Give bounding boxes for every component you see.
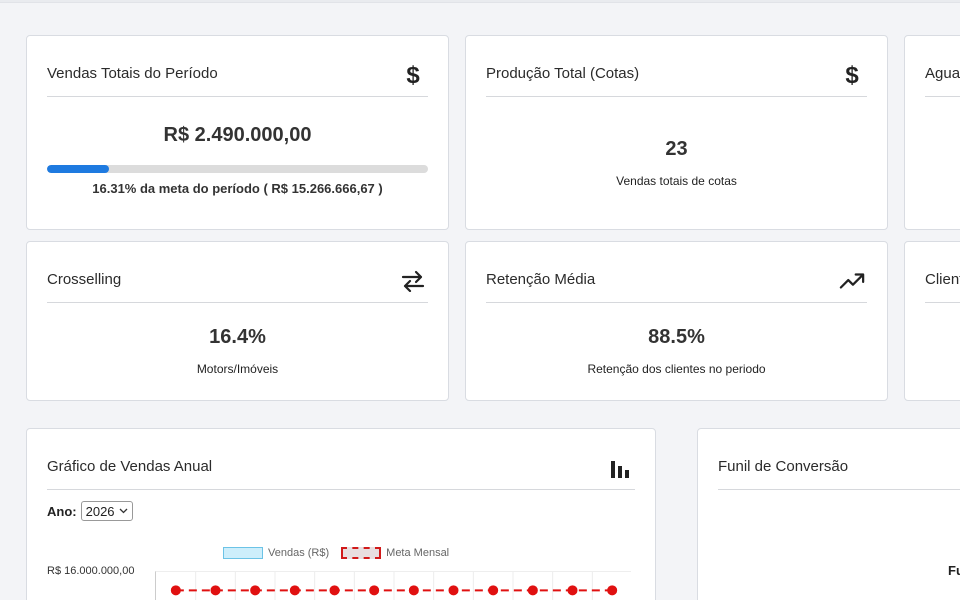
sales-total-value: R$ 2.490.000,00 [163, 124, 312, 146]
goal-point[interactable] [527, 585, 538, 596]
card-divider [486, 96, 867, 97]
card-title: Agua [925, 65, 960, 82]
bar-chart-icon [607, 455, 633, 481]
goal-point[interactable] [210, 585, 221, 596]
card-divider [47, 489, 635, 490]
year-select-value: 2026 [85, 503, 115, 519]
card-title: Retenção Média [486, 271, 596, 288]
card-title: Crosselling [47, 271, 122, 288]
dollar-icon: $ [839, 62, 865, 88]
sales-total-card: Vendas Totais do Período $ R$ 2.490.000,… [26, 35, 449, 230]
card-divider [925, 96, 960, 97]
chart-legend: Vendas (R$) Meta Mensal [223, 547, 449, 559]
goal-point[interactable] [170, 585, 181, 596]
retention-subtitle: Retenção dos clientes no periodo [587, 362, 766, 376]
svg-text:$: $ [406, 62, 420, 88]
retention-card: Retenção Média 88.5% Retenção dos client… [465, 241, 888, 401]
goal-point[interactable] [329, 585, 340, 596]
progress-fill [47, 165, 110, 173]
card-title: Vendas Totais do Período [47, 65, 218, 82]
window-top-border [0, 0, 960, 3]
funnel-label: Fu [948, 563, 960, 578]
card-divider [47, 96, 428, 97]
card-title: Produção Total (Cotas) [486, 65, 640, 82]
chart-plot-area [155, 571, 631, 600]
crosselling-value: 16.4% [209, 326, 266, 348]
card-title: Client [925, 271, 960, 288]
card-divider [925, 302, 960, 303]
legend-swatch-goal[interactable] [341, 547, 382, 559]
card-divider [486, 302, 867, 303]
goal-point[interactable] [289, 585, 300, 596]
legend-label-sales[interactable]: Vendas (R$) [268, 547, 329, 559]
year-filter: Ano: 2026 [47, 501, 133, 521]
goal-point[interactable] [488, 585, 499, 596]
goal-point[interactable] [607, 585, 618, 596]
production-total-card: Produção Total (Cotas) $ 23 Vendas totai… [465, 35, 888, 230]
goal-point[interactable] [408, 585, 419, 596]
awaiting-card: Agua [904, 35, 960, 230]
legend-swatch-sales[interactable] [223, 547, 263, 559]
production-total-subtitle: Vendas totais de cotas [616, 174, 737, 188]
y-tick-label: R$ 16.000.000,00 [47, 565, 135, 577]
sales-chart-svg [170, 572, 618, 600]
chevron-down-icon [119, 508, 127, 514]
dollar-icon: $ [400, 62, 426, 88]
clients-card: Client [904, 241, 960, 401]
legend-label-goal[interactable]: Meta Mensal [386, 547, 449, 559]
trending-up-icon [839, 268, 865, 294]
swap-arrows-icon [400, 268, 426, 294]
crosselling-card: Crosselling 16.4% Motors/Imóveis [26, 241, 449, 401]
card-title: Funil de Conversão [718, 458, 849, 475]
year-select[interactable]: 2026 [80, 501, 133, 521]
sales-goal-progress-bar [47, 165, 428, 173]
svg-text:$: $ [845, 62, 859, 88]
goal-point[interactable] [369, 585, 380, 596]
goal-point[interactable] [448, 585, 459, 596]
production-total-value: 23 [665, 138, 688, 160]
card-divider [718, 489, 960, 490]
conversion-funnel-card: Funil de Conversão Fu [697, 428, 960, 600]
card-divider [47, 302, 428, 303]
retention-value: 88.5% [648, 326, 705, 348]
card-title: Gráfico de Vendas Anual [47, 458, 213, 475]
sales-goal-subtitle: 16.31% da meta do período ( R$ 15.266.66… [92, 181, 383, 196]
goal-point[interactable] [567, 585, 578, 596]
year-label: Ano: [47, 503, 77, 519]
goal-point[interactable] [250, 585, 261, 596]
crosselling-subtitle: Motors/Imóveis [196, 362, 279, 376]
annual-sales-chart-card: Gráfico de Vendas Anual Ano: 2026 Vendas… [26, 428, 656, 600]
